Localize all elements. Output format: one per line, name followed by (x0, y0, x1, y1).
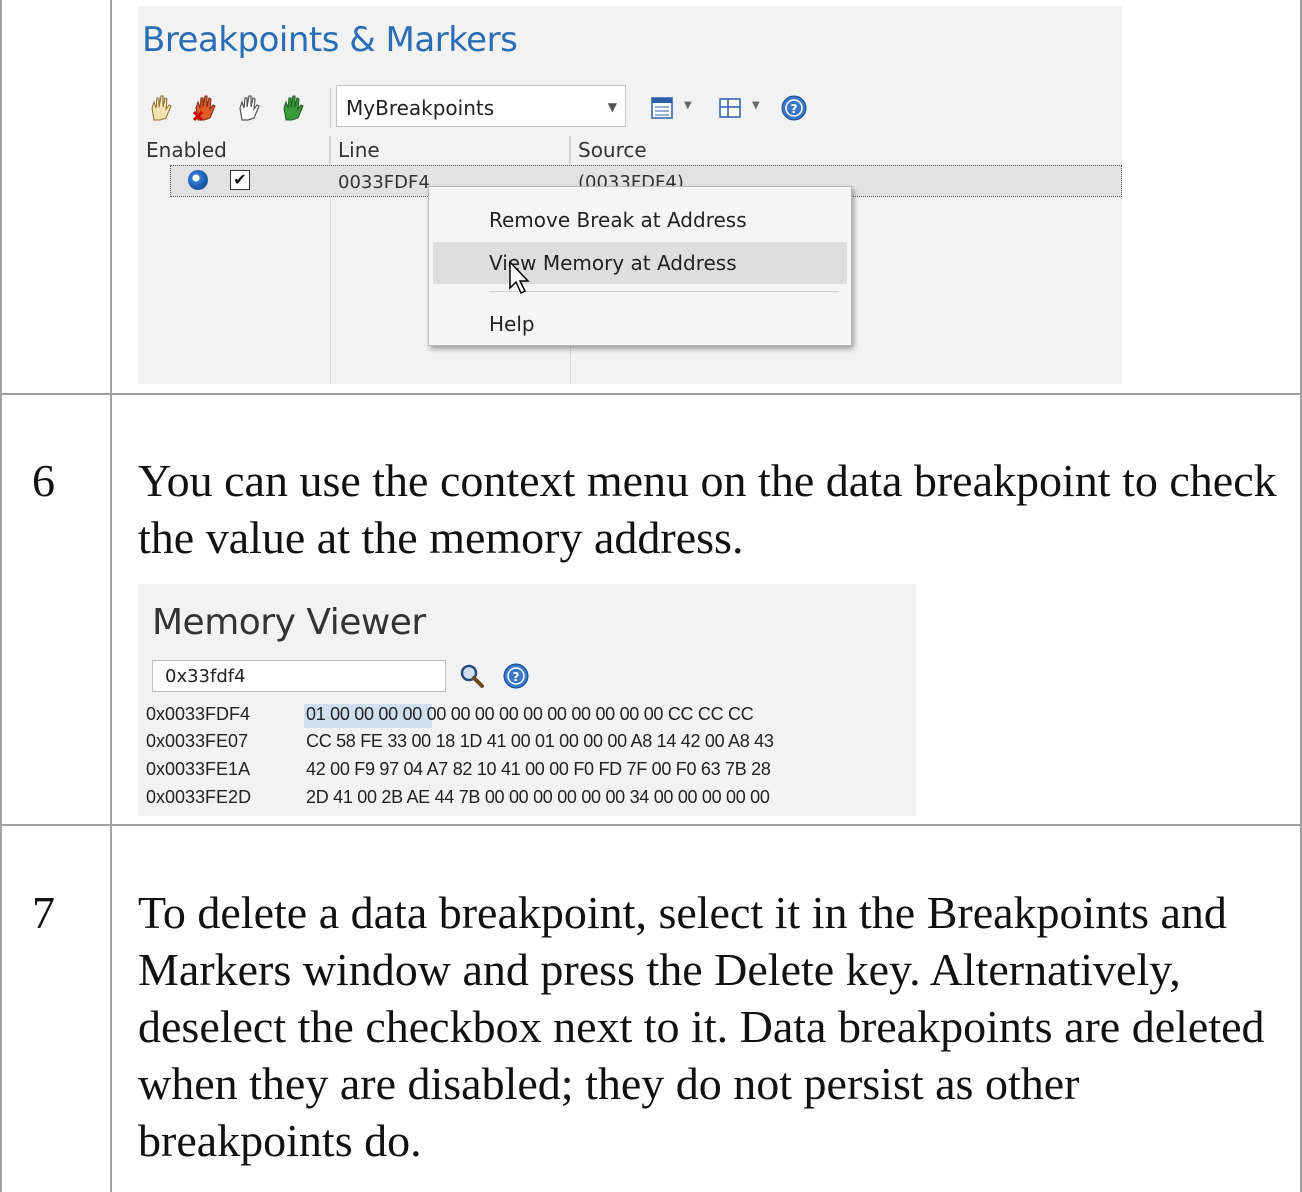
layout-icon[interactable] (714, 92, 746, 124)
breakpoint-set-value: MyBreakpoints (346, 96, 495, 120)
memory-bytes[interactable]: 2D 41 00 2B AE 44 7B 00 00 00 00 00 00 3… (306, 787, 770, 808)
memory-bytes[interactable]: 01 00 00 00 00 00 00 00 00 00 00 00 00 0… (306, 704, 754, 725)
menu-item-help[interactable]: Help (433, 303, 847, 345)
menu-separator (489, 291, 839, 292)
table-column-divider (110, 0, 112, 1192)
delete-breakpoint-icon[interactable] (188, 92, 220, 124)
help-icon[interactable]: ? (778, 92, 810, 124)
menu-item-view-memory[interactable]: View Memory at Address (433, 242, 847, 284)
address-input[interactable] (152, 660, 446, 692)
breakpoint-set-dropdown[interactable]: MyBreakpoints ▼ (336, 85, 626, 127)
column-header-enabled[interactable]: Enabled (138, 136, 330, 164)
table-border-left (0, 0, 2, 1192)
toolbar-separator (330, 88, 331, 128)
step-text: You can use the context menu on the data… (138, 455, 1277, 563)
enable-all-icon[interactable] (276, 92, 308, 124)
window-title: Breakpoints & Markers (142, 20, 518, 60)
window-title: Memory Viewer (152, 602, 426, 643)
table-row-divider (0, 824, 1302, 826)
toolbar: MyBreakpoints ▼ ▼ ▼ ? (138, 80, 1122, 136)
chevron-down-icon: ▼ (607, 100, 617, 114)
memory-bytes[interactable]: CC 58 FE 33 00 18 1D 41 00 01 00 00 00 A… (306, 731, 774, 752)
column-header-line[interactable]: Line (330, 136, 570, 164)
memory-address: 0x0033FDF4 (146, 704, 251, 724)
search-icon[interactable] (458, 662, 486, 690)
chevron-down-icon[interactable]: ▼ (752, 100, 760, 111)
svg-text:?: ? (513, 670, 520, 684)
list-view-icon[interactable] (646, 92, 678, 124)
mouse-pointer-icon (509, 260, 530, 295)
svg-text:?: ? (791, 102, 798, 116)
step-number: 6 (32, 455, 55, 506)
memory-address: 0x0033FE1A (146, 759, 251, 779)
step-text: To delete a data breakpoint, select it i… (138, 887, 1265, 1166)
enabled-checkbox[interactable]: ✔ (230, 170, 250, 190)
table-row-divider (0, 393, 1302, 395)
breakpoint-marker-icon (188, 170, 208, 190)
memory-bytes[interactable]: 42 00 F9 97 04 A7 82 10 41 00 00 F0 FD 7… (306, 759, 771, 780)
breakpoint-line: 0033FDF4 (338, 172, 430, 193)
memory-address: 0x0033FE2D (146, 787, 252, 807)
column-header-source[interactable]: Source (570, 136, 1122, 164)
help-icon[interactable]: ? (502, 662, 530, 690)
memory-viewer-window: Memory Viewer ? 0x0033FDF4 01 00 00 00 0… (138, 584, 916, 816)
memory-address: 0x0033FE07 (146, 731, 249, 751)
step-number: 7 (32, 887, 55, 938)
context-menu: Remove Break at Address View Memory at A… (428, 186, 852, 346)
enable-breakpoint-icon[interactable] (144, 92, 176, 124)
menu-item-remove-break[interactable]: Remove Break at Address (433, 199, 847, 241)
chevron-down-icon[interactable]: ▼ (684, 100, 692, 111)
disable-breakpoint-icon[interactable] (232, 92, 264, 124)
breakpoints-window: Breakpoints & Markers MyBreakpoints ▼ ▼ … (138, 6, 1122, 384)
